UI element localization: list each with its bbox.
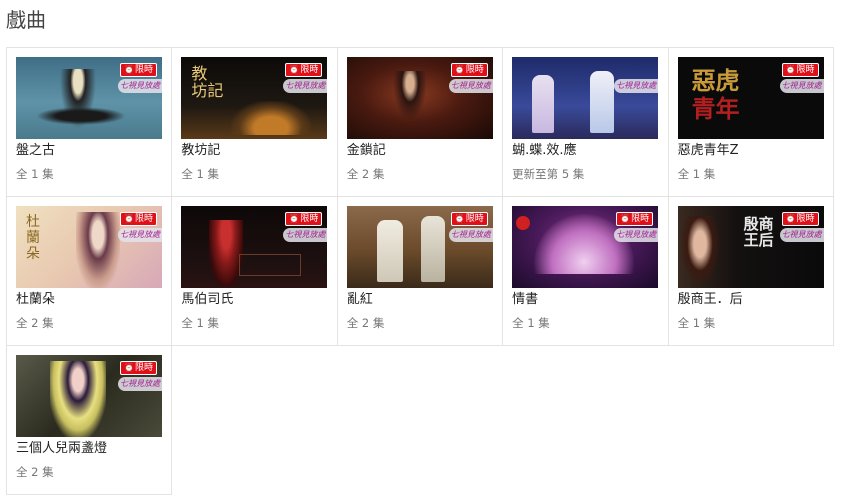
drama-card[interactable]: 惡虎 青年 ⏰限時 七視見放處 惡虎青年Z 全 1 集	[668, 48, 834, 197]
episode-count: 全 1 集	[16, 167, 54, 181]
brand-badge: 七視見放處	[779, 228, 824, 242]
thumbnail[interactable]: ⏰限時 七視見放處	[346, 206, 493, 288]
drama-card[interactable]: 教坊記 ⏰限時 七視見放處 教坊記 全 1 集	[172, 48, 338, 197]
drama-card[interactable]: 殷商 王后 ⏰限時 七視見放處 殷商王．后 全 1 集	[668, 197, 834, 346]
thumbnail[interactable]: ⏰限時 七視見放處	[512, 206, 659, 288]
brand-badge: 七視見放處	[118, 79, 162, 93]
drama-card[interactable]: ⏰限時 七視見放處 亂紅 全 2 集	[337, 197, 504, 346]
card-title[interactable]: 惡虎青年Z	[678, 142, 824, 159]
card-title[interactable]: 蝴.蝶.效.應	[512, 142, 658, 159]
card-title[interactable]: 三個人兒兩盞燈	[16, 440, 162, 457]
limited-time-badge: ⏰限時	[120, 212, 157, 226]
card-title[interactable]: 教坊記	[181, 142, 327, 159]
brand-badge: 七視見放處	[448, 228, 493, 242]
alarm-clock-icon: ⏰	[289, 214, 300, 223]
alarm-clock-icon: ⏰	[454, 214, 465, 223]
episode-count: 全 2 集	[16, 465, 54, 479]
drama-card[interactable]: ⏰限時 七視見放處 盤之古 全 1 集	[7, 48, 173, 197]
thumbnail[interactable]: ⏰限時 七視見放處	[16, 355, 162, 437]
limited-time-badge: ⏰限時	[120, 63, 157, 77]
alarm-clock-icon: ⏰	[289, 65, 300, 74]
drama-card[interactable]: 七視見放處 蝴.蝶.效.應 更新至第 5 集	[503, 48, 669, 197]
thumbnail[interactable]: 惡虎 青年 ⏰限時 七視見放處	[677, 57, 824, 139]
thumbnail[interactable]: ⏰限時 七視見放處	[16, 57, 162, 139]
card-title[interactable]: 情書	[512, 291, 658, 308]
limited-time-badge: ⏰限時	[450, 212, 488, 226]
brand-badge: 七視見放處	[614, 79, 659, 93]
episode-count: 更新至第 5 集	[512, 167, 585, 181]
card-title[interactable]: 殷商王．后	[678, 291, 824, 308]
drama-card[interactable]: ⏰限時 七視見放處 金鎖記 全 2 集	[337, 48, 504, 197]
brand-badge: 七視見放處	[283, 79, 328, 93]
card-title[interactable]: 盤之古	[16, 142, 162, 159]
brand-badge: 七視見放處	[448, 79, 493, 93]
card-title[interactable]: 金鎖記	[347, 142, 493, 159]
limited-time-badge: ⏰限時	[616, 212, 654, 226]
episode-count: 全 1 集	[181, 167, 220, 181]
episode-count: 全 1 集	[677, 167, 716, 181]
alarm-clock-icon: ⏰	[620, 214, 631, 223]
alarm-clock-icon: ⏰	[124, 214, 134, 223]
alarm-clock-icon: ⏰	[785, 65, 796, 74]
episode-count: 全 2 集	[346, 316, 385, 330]
thumbnail[interactable]: ⏰限時 七視見放處	[346, 57, 493, 139]
limited-time-badge: ⏰限時	[450, 63, 488, 77]
card-title[interactable]: 亂紅	[347, 291, 493, 308]
drama-card[interactable]: ⏰限時 七視見放處 馬伯司氏 全 1 集	[172, 197, 338, 346]
thumbnail[interactable]: 七視見放處	[512, 57, 659, 139]
thumbnail[interactable]: 教坊記 ⏰限時 七視見放處	[181, 57, 328, 139]
page-title: 戲曲	[6, 8, 46, 32]
thumbnail[interactable]: ⏰限時 七視見放處	[181, 206, 328, 288]
episode-count: 全 1 集	[512, 316, 550, 330]
episode-count: 全 1 集	[677, 316, 716, 330]
episode-count: 全 1 集	[181, 316, 220, 330]
limited-time-badge: ⏰限時	[285, 212, 323, 226]
limited-time-badge: ⏰限時	[120, 361, 157, 375]
episode-count: 全 2 集	[346, 167, 385, 181]
episode-count: 全 2 集	[16, 316, 54, 330]
limited-time-badge: ⏰限時	[285, 63, 323, 77]
brand-badge: 七視見放處	[779, 79, 824, 93]
card-title[interactable]: 馬伯司氏	[181, 291, 327, 308]
alarm-clock-icon: ⏰	[124, 65, 134, 74]
brand-badge: 七視見放處	[118, 228, 162, 242]
card-title[interactable]: 杜蘭朵	[16, 291, 162, 308]
thumbnail[interactable]: 殷商 王后 ⏰限時 七視見放處	[677, 206, 824, 288]
alarm-clock-icon: ⏰	[124, 363, 134, 372]
limited-time-badge: ⏰限時	[781, 212, 819, 226]
alarm-clock-icon: ⏰	[785, 214, 796, 223]
brand-badge: 七視見放處	[283, 228, 328, 242]
drama-card[interactable]: ⏰限時 七視見放處 情書 全 1 集	[503, 197, 669, 346]
alarm-clock-icon: ⏰	[454, 65, 465, 74]
brand-badge: 七視見放處	[614, 228, 659, 242]
thumbnail[interactable]: 杜蘭朵 ⏰限時 七視見放處	[16, 206, 162, 288]
drama-card[interactable]: ⏰限時 七視見放處 三個人兒兩盞燈 全 2 集	[7, 346, 173, 495]
limited-time-badge: ⏰限時	[781, 63, 819, 77]
brand-badge: 七視見放處	[118, 377, 162, 391]
drama-card[interactable]: 杜蘭朵 ⏰限時 七視見放處 杜蘭朵 全 2 集	[7, 197, 173, 346]
drama-grid: ⏰限時 七視見放處 盤之古 全 1 集 教坊記 ⏰限時 七視見放處 教坊記 全 …	[6, 47, 834, 495]
